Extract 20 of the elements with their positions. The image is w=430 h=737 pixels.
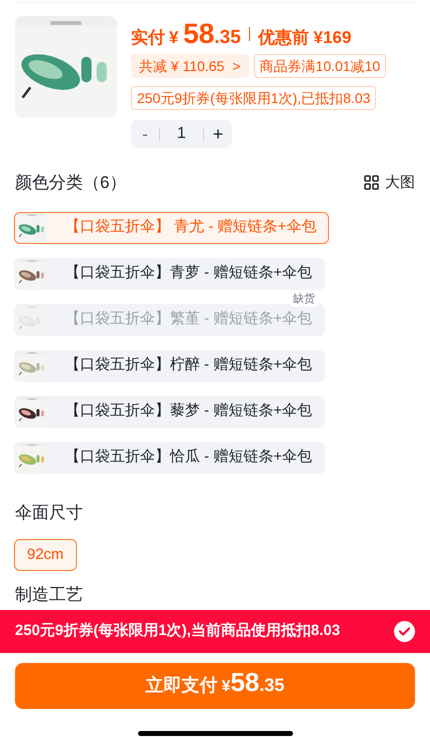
- color-option[interactable]: 【口袋五折伞】柠醉 - 赠短链条+伞包: [14, 350, 326, 382]
- price: ¥ 58.35: [169, 20, 241, 48]
- coupon-chip: 250元9折券(每张限用1次),已抵扣8.03: [131, 86, 376, 110]
- section-title: 制造工艺: [14, 585, 84, 605]
- increment-button[interactable]: +: [204, 120, 232, 148]
- color-option[interactable]: 【口袋五折伞】青萝 - 赠短链条+伞包: [14, 258, 326, 290]
- coupon-chip: 商品券满10.01减10: [254, 54, 386, 78]
- price-label: 实付: [131, 29, 165, 46]
- color-option[interactable]: 【口袋五折伞】藜梦 - 赠短链条+伞包: [14, 396, 326, 428]
- chevron-icon: >: [232, 56, 241, 76]
- check-icon[interactable]: [394, 621, 415, 642]
- original-price: 优惠前 ¥169: [258, 29, 352, 46]
- view-toggle[interactable]: 大图: [385, 172, 415, 194]
- section-title: 伞面尺寸: [14, 502, 84, 524]
- stock-badge: 缺货: [290, 290, 318, 307]
- section-title: 颜色分类（6）: [15, 172, 126, 194]
- grid-icon: [364, 175, 379, 190]
- color-option[interactable]: 【口袋五折伞】恰瓜 - 赠短链条+伞包: [14, 442, 326, 474]
- quantity-value[interactable]: 1: [160, 122, 203, 146]
- banner-text: 250元9折券(每张限用1次),当前商品使用抵扣8.03: [15, 621, 340, 642]
